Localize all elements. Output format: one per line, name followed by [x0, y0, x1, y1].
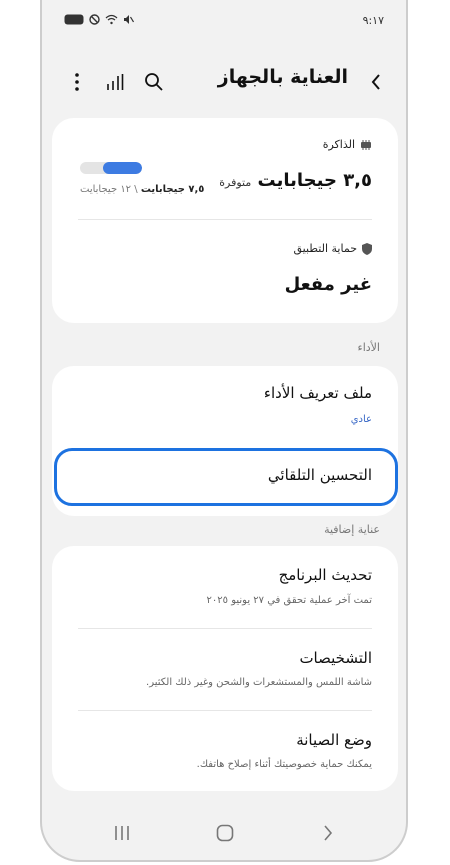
divider [78, 628, 372, 629]
memory-usage-text: ٧,٥ جيجابايت \ ١٢ جيجابايت [80, 184, 204, 195]
status-bar: ٩:١٧ [42, 12, 406, 32]
back-chevron-icon[interactable] [370, 72, 382, 92]
home-icon[interactable] [216, 824, 234, 842]
phone-frame: ٩:١٧ العناية بالجهاز الذاكرة ٣,٥ جيجاباي… [40, 0, 408, 862]
navigation-bar [42, 810, 406, 860]
performance-profile-title[interactable]: ملف تعريف الأداء [264, 384, 372, 402]
status-time: ٩:١٧ [362, 14, 384, 27]
app-protection-value[interactable]: غير مفعل [285, 274, 372, 295]
shield-icon [362, 242, 372, 255]
battery-icon [64, 14, 84, 25]
performance-profile-value: عادي [350, 414, 372, 425]
memory-used: ٧,٥ جيجابايت [140, 184, 205, 195]
status-icons [64, 14, 134, 25]
memory-usage-meter [80, 162, 142, 174]
maintenance-mode-subtitle: يمكنك حماية خصوصيتك أثناء إصلاح هاتفك. [196, 759, 372, 770]
performance-section-label: الأداء [357, 341, 380, 354]
maintenance-mode-title[interactable]: وضع الصيانة [296, 731, 372, 749]
memory-available-suffix: متوفرة [219, 176, 252, 189]
do-not-disturb-icon [89, 14, 100, 25]
usage-bars-icon[interactable] [106, 72, 124, 92]
mute-icon [124, 15, 134, 24]
app-bar: العناية بالجهاز [42, 62, 406, 102]
status-card: الذاكرة ٣,٥ جيجابايت متوفرة ٧,٥ جيجابايت… [52, 118, 398, 323]
memory-usage-fill [103, 162, 142, 174]
app-protection-label: حماية التطبيق [293, 242, 372, 255]
memory-chip-icon [361, 139, 371, 150]
recent-apps-icon[interactable] [114, 824, 130, 842]
search-icon[interactable] [144, 72, 164, 92]
memory-available-value: ٣,٥ جيجابايت [257, 170, 372, 191]
memory-label: الذاكرة [323, 138, 372, 151]
more-options-icon[interactable] [74, 72, 80, 92]
memory-available: ٣,٥ جيجابايت متوفرة [219, 170, 372, 191]
extra-care-card: تحديث البرنامج تمت آخر عملية تحقق في ٢٧ … [52, 546, 398, 791]
extra-care-section-label: عناية إضافية [324, 523, 380, 536]
auto-optimization-highlight[interactable] [54, 448, 398, 506]
memory-label-text: الذاكرة [322, 138, 355, 151]
page-title: العناية بالجهاز [217, 66, 348, 88]
wifi-icon [105, 14, 118, 25]
divider [78, 710, 372, 711]
divider [78, 219, 372, 220]
diagnostics-title[interactable]: التشخيصات [299, 649, 372, 667]
app-protection-label-text: حماية التطبيق [293, 242, 357, 255]
back-nav-icon[interactable] [322, 824, 334, 842]
software-update-title[interactable]: تحديث البرنامج [279, 566, 372, 584]
software-update-subtitle: تمت آخر عملية تحقق في ٢٧ يونيو ٢٠٢٥ [206, 595, 372, 606]
diagnostics-subtitle: شاشة اللمس والمستشعرات والشحن وغير ذلك ا… [146, 677, 372, 688]
memory-total: \ ١٢ جيجابايت [80, 184, 138, 195]
